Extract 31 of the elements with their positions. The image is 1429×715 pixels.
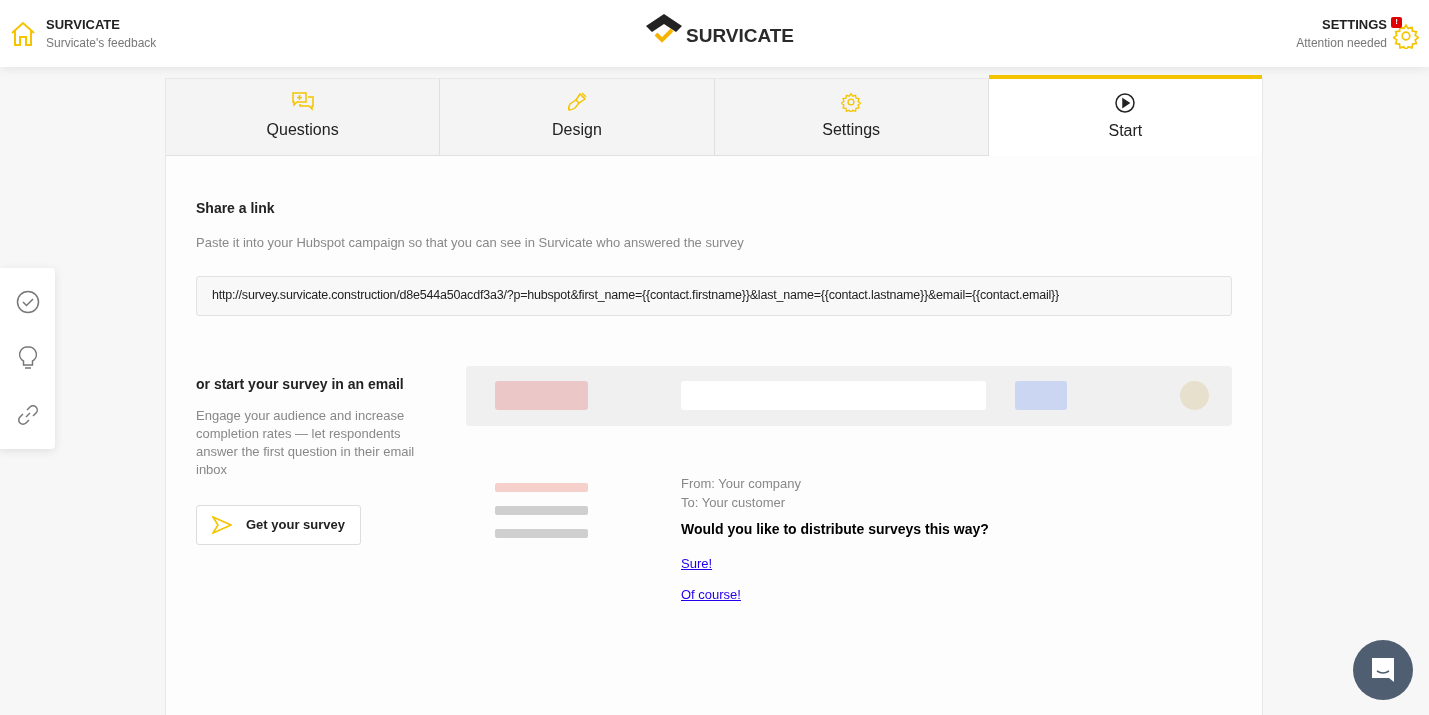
answer-link[interactable]: Sure! — [681, 553, 713, 573]
project-subtitle: Survicate's feedback — [46, 35, 157, 53]
email-to: To: Your customer — [681, 494, 787, 512]
get-survey-button[interactable]: Get your survey — [196, 504, 361, 545]
tab[interactable]: Design — [440, 79, 715, 156]
chat-button[interactable] — [1353, 640, 1413, 700]
tab[interactable]: Questions — [166, 79, 441, 156]
section-title: or start your survey in an email — [196, 374, 405, 394]
settings-icon[interactable] — [1393, 22, 1419, 49]
gear-icon — [841, 92, 862, 112]
checkmark-circle-icon[interactable] — [15, 290, 40, 315]
project-title: SURVICATE — [46, 15, 121, 34]
logo-text: SURVICATE — [686, 26, 795, 45]
settings-title: SETTINGS — [1322, 15, 1387, 34]
answer-link[interactable]: Of course! — [681, 585, 741, 605]
alert-badge: ! — [1391, 16, 1402, 28]
chat-bubbles-icon — [291, 92, 314, 112]
link-icon[interactable] — [15, 402, 40, 427]
section-description: Paste it into your Hubspot campaign so that you can see in Survicate who answered the survey — [196, 234, 745, 252]
email-question: Would you like to distribute surveys this way? — [681, 519, 989, 539]
section-title: Share a link — [196, 199, 276, 218]
lightbulb-icon[interactable] — [18, 346, 37, 371]
tab[interactable]: Settings — [714, 79, 989, 156]
email-from: From: Your company — [681, 474, 802, 493]
play-icon — [1115, 92, 1136, 113]
settings-subtitle: Attention needed — [1296, 35, 1387, 53]
url-field[interactable]: http://survey.survicate.construction/d8e544a50acdf3a3/?p=hubspot&first_name={{contact.firstname}}&last_name={{contact.lastname}}&email={{contact.email}} — [196, 275, 1232, 316]
chat-icon — [1369, 656, 1397, 684]
send-icon — [212, 515, 232, 534]
section-description: Engage your audience and increase completion rates — let respondents answer the first question in their email inbox — [196, 406, 416, 479]
paintbrush-icon — [566, 92, 587, 112]
